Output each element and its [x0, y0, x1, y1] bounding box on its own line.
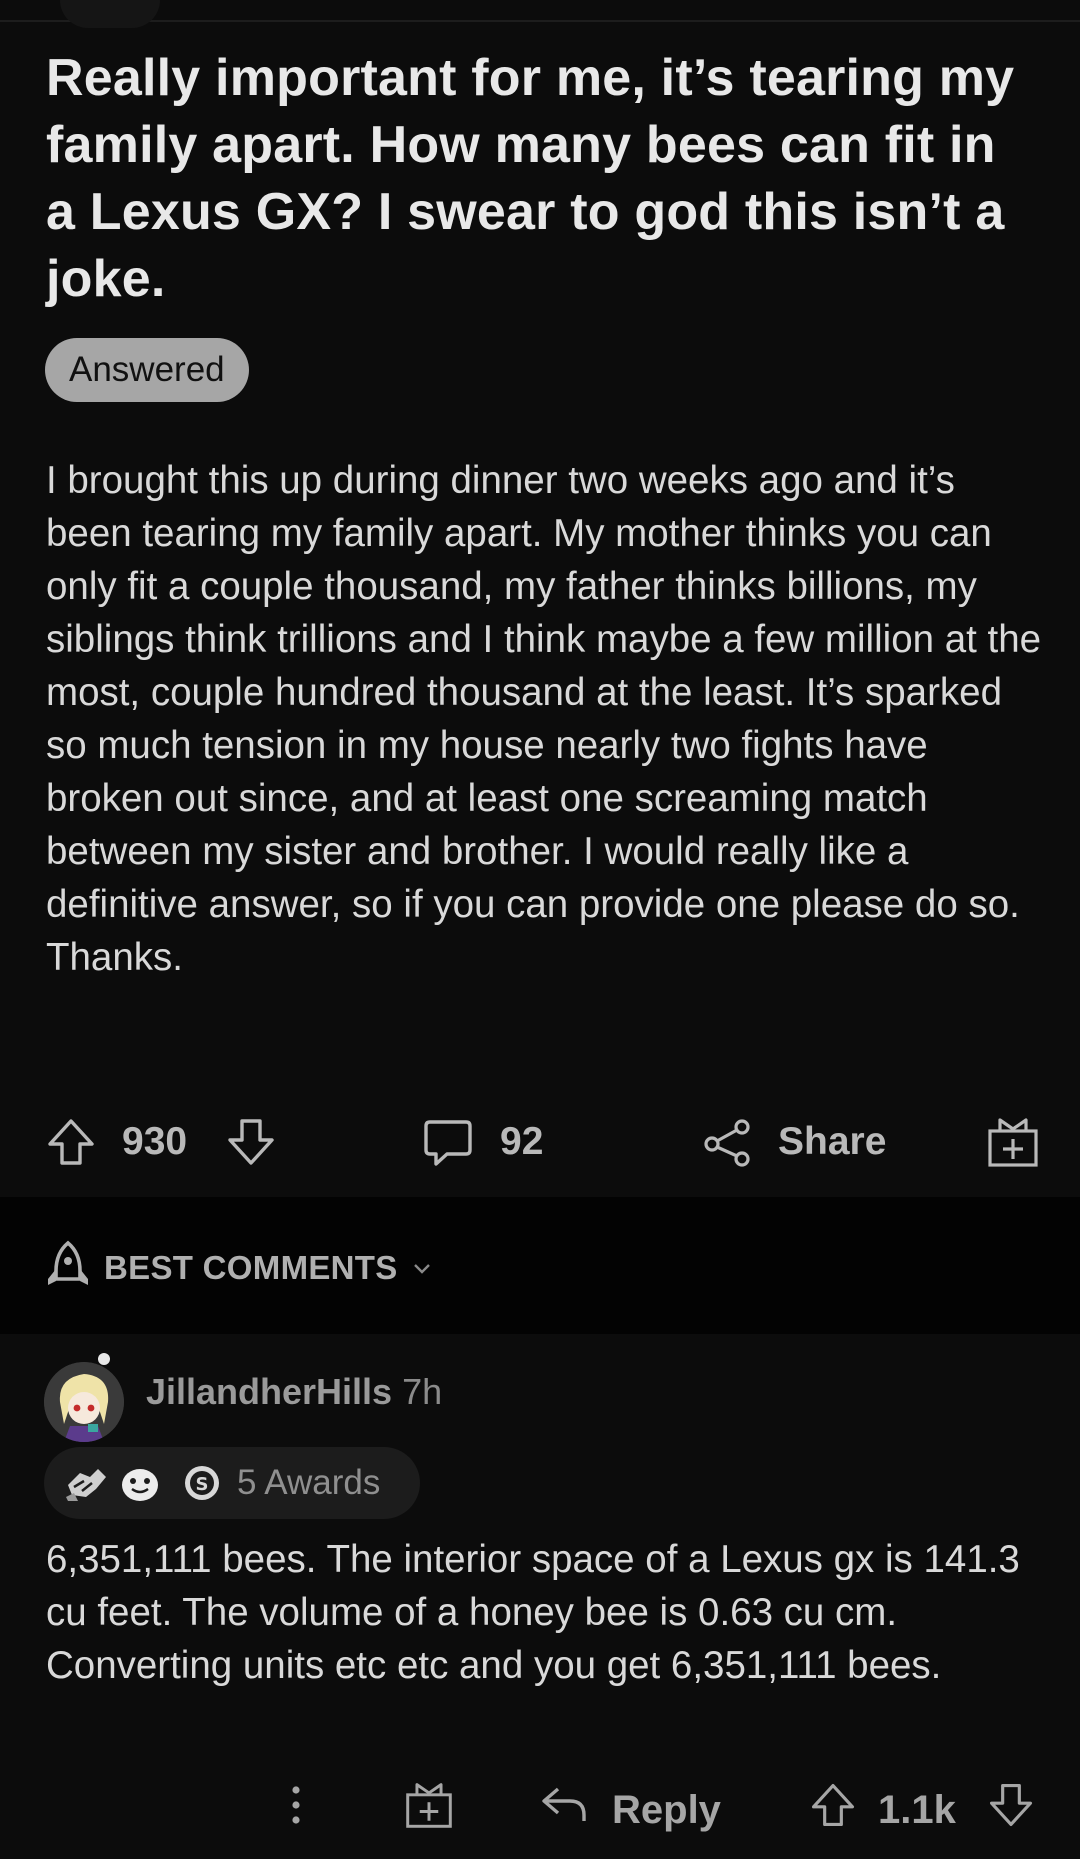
previous-header-edge	[60, 0, 160, 28]
more-vertical-icon[interactable]	[278, 1782, 314, 1838]
post-vote-count: 930	[122, 1120, 188, 1163]
sort-label: BEST COMMENTS	[104, 1249, 398, 1286]
speech-bubble-icon	[420, 1114, 476, 1170]
more-options-button[interactable]	[278, 1770, 314, 1850]
post-flair[interactable]: Answered	[45, 338, 249, 402]
upvote-button[interactable]	[44, 1087, 98, 1197]
top-divider	[0, 20, 1080, 22]
username-label[interactable]: JillandherHills	[146, 1371, 392, 1412]
comment-age: 7h	[402, 1371, 443, 1412]
comments-button[interactable]	[420, 1087, 476, 1197]
awards-count: 5 Awards	[237, 1463, 381, 1502]
reply-arrow-icon	[540, 1783, 590, 1837]
comment-vote-count: 1.1k	[878, 1787, 956, 1832]
comment-count: 92	[500, 1120, 544, 1163]
reply-button[interactable]: Reply	[540, 1770, 721, 1850]
downvote-button[interactable]	[224, 1087, 278, 1197]
avatar[interactable]	[44, 1362, 124, 1442]
share-icon	[700, 1114, 756, 1170]
online-indicator	[98, 1353, 110, 1365]
comment-award-button[interactable]	[404, 1770, 454, 1850]
share-button[interactable]: Share	[700, 1087, 886, 1197]
award-icon-wholesome	[120, 1465, 160, 1508]
post-action-bar: 930 92 Share	[0, 1087, 1080, 1197]
downvote-arrow-icon[interactable]	[224, 1115, 278, 1169]
gift-icon	[986, 1115, 1040, 1169]
comment-body: 6,351,111 bees. The interior space of a …	[46, 1538, 1020, 1687]
awards-pill[interactable]: S 5 Awards	[44, 1447, 420, 1519]
share-label: Share	[778, 1120, 887, 1163]
upvote-arrow-icon[interactable]	[44, 1115, 98, 1169]
downvote-arrow-icon[interactable]	[986, 1780, 1036, 1840]
rocket-icon	[44, 1239, 92, 1297]
award-icon-silver: S	[184, 1463, 220, 1508]
comment-upvote-button[interactable]	[808, 1770, 858, 1850]
upvote-arrow-icon[interactable]	[808, 1780, 858, 1840]
award-button[interactable]	[986, 1087, 1040, 1197]
award-icon-hands	[64, 1463, 110, 1508]
gift-icon	[404, 1780, 454, 1840]
post-title: Really important for me, it’s tearing my…	[46, 49, 1015, 308]
svg-text:S: S	[196, 1474, 209, 1495]
comment-author[interactable]: JillandherHills 7h	[146, 1367, 442, 1417]
post-body: I brought this up during dinner two week…	[46, 459, 1042, 979]
reply-label: Reply	[612, 1787, 721, 1832]
comment-downvote-button[interactable]	[986, 1770, 1036, 1850]
chevron-down-icon	[412, 1249, 432, 1287]
comment-sort-selector[interactable]: BEST COMMENTS	[44, 1238, 432, 1298]
